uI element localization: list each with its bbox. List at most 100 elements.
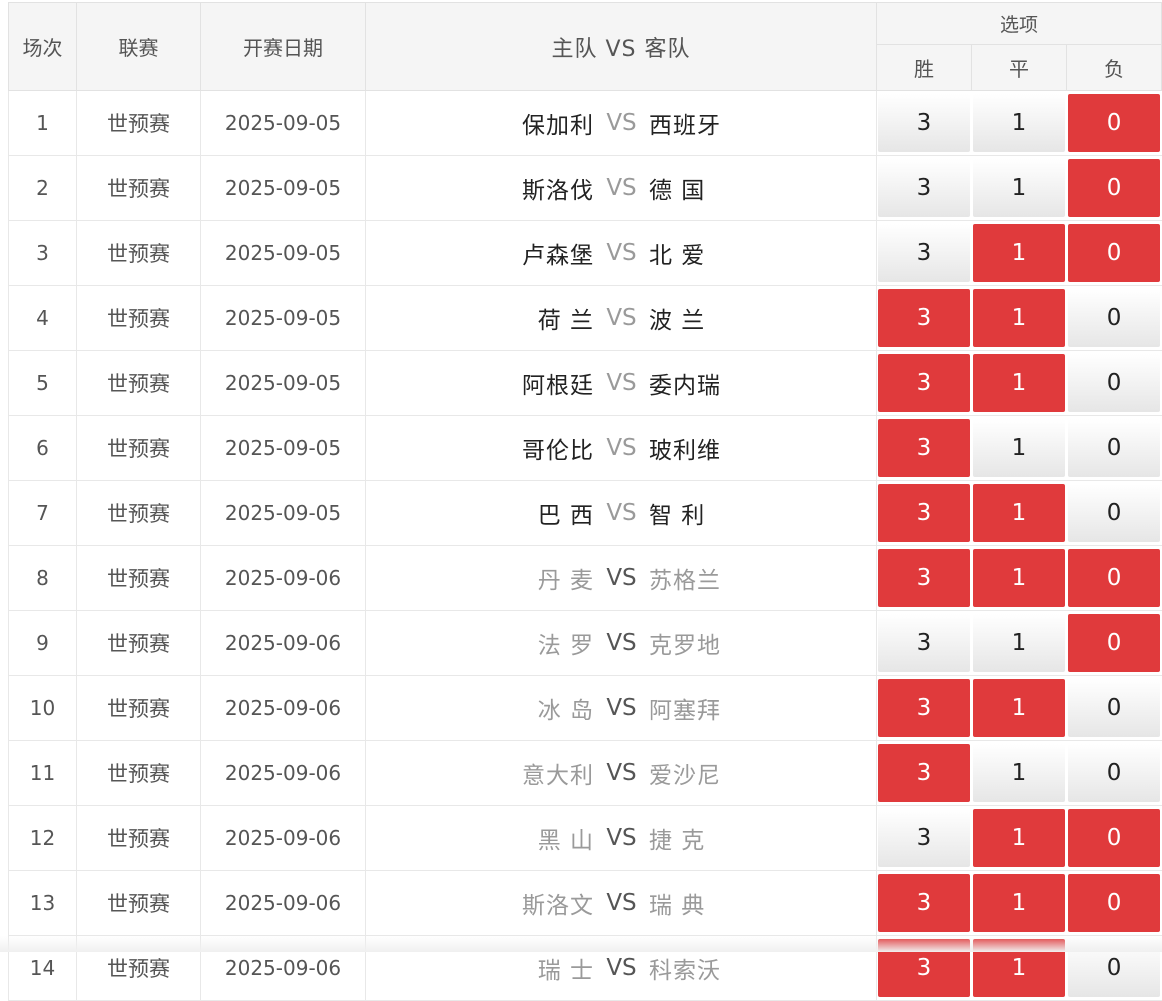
option-lose-button[interactable]: 0	[1068, 679, 1161, 737]
option-draw-button[interactable]: 1	[973, 94, 1065, 152]
match-date: 2025-09-05	[200, 285, 366, 351]
table-row: 3 世预赛 2025-09-05 卢森堡 VS 北 爱310	[8, 220, 1162, 286]
option-win-button[interactable]: 3	[878, 679, 970, 737]
option-draw-button[interactable]: 1	[973, 809, 1065, 867]
home-team: 巴 西	[537, 503, 594, 529]
league-name: 世预赛	[76, 545, 201, 611]
row-number: 10	[8, 675, 77, 741]
row-number: 13	[8, 870, 77, 936]
home-team: 意大利	[522, 763, 594, 789]
match-teams: 哥伦比 VS 玻利维	[365, 415, 877, 481]
vs-label: VS	[606, 630, 637, 656]
league-name: 世预赛	[76, 285, 201, 351]
table-body: 1 世预赛 2025-09-05 保加利 VS 西班牙 3 1 0 2 世预赛 2025-09-05 斯…	[8, 90, 1162, 1001]
home-team: 卢森堡	[522, 243, 594, 269]
home-team: 斯洛伐	[522, 178, 594, 204]
option-lose-button[interactable]: 0	[1068, 159, 1161, 217]
option-lose-button[interactable]: 0	[1068, 94, 1161, 152]
option-draw-button[interactable]: 1	[973, 159, 1065, 217]
match-teams: 斯洛文 VS 瑞 典	[365, 870, 877, 936]
option-draw-button[interactable]: 1	[973, 484, 1065, 542]
vs-label: VS	[606, 760, 637, 786]
match-date: 2025-09-06	[200, 740, 366, 806]
league-name: 世预赛	[76, 675, 201, 741]
match-date: 2025-09-06	[200, 545, 366, 611]
home-team: 哥伦比	[522, 438, 594, 464]
option-win-button[interactable]: 3	[878, 874, 970, 932]
option-lose-button[interactable]: 0	[1068, 744, 1161, 802]
option-lose-button[interactable]: 0	[1068, 419, 1161, 477]
away-team: 苏格兰	[649, 568, 721, 594]
option-win-button[interactable]: 3	[878, 809, 970, 867]
option-draw-button[interactable]: 1	[973, 549, 1065, 607]
option-win-button[interactable]: 3	[878, 354, 970, 412]
option-win-button[interactable]: 3	[878, 484, 970, 542]
away-team: 阿塞拜	[649, 698, 721, 724]
option-win-button[interactable]: 3	[878, 614, 970, 672]
row-number: 7	[8, 480, 77, 546]
table-row: 10 世预赛 2025-09-06 冰 岛 VS 阿塞拜 3 1 0	[8, 675, 1162, 741]
header-no: 场次	[8, 2, 77, 91]
option-win-button[interactable]: 3	[878, 94, 970, 152]
option-lose-button[interactable]: 0	[1068, 549, 1161, 607]
header-date: 开赛日期	[200, 2, 366, 91]
option-lose-button[interactable]: 0	[1068, 484, 1161, 542]
option-win-button[interactable]: 3	[878, 549, 970, 607]
match-teams: 斯洛伐 VS 德 国	[365, 155, 877, 221]
option-draw-button[interactable]: 1	[973, 874, 1065, 932]
match-teams: 巴 西 VS 智 利	[365, 480, 877, 546]
table-row: 4 世预赛 2025-09-05 荷 兰 VS 波 兰 310	[8, 285, 1162, 351]
option-win-button[interactable]: 3	[878, 419, 970, 477]
option-draw-button[interactable]: 1	[973, 289, 1065, 347]
option-draw-button[interactable]: 1	[973, 354, 1065, 412]
header-draw: 平	[971, 44, 1067, 91]
table-row: 8 世预赛 2025-09-06 丹 麦 VS 苏格兰 3 1 0	[8, 545, 1162, 611]
vs-label: VS	[606, 305, 637, 331]
away-team: 德 国	[649, 178, 706, 204]
vs-label: VS	[606, 175, 637, 201]
option-lose-button[interactable]: 0	[1068, 289, 1161, 347]
match-date: 2025-09-06	[200, 870, 366, 936]
header-options: 选项	[875, 2, 1162, 45]
away-team: 捷 克	[649, 828, 706, 854]
header-lose: 负	[1065, 44, 1162, 91]
league-name: 世预赛	[76, 610, 201, 676]
vs-label: VS	[606, 955, 637, 981]
match-teams: 保加利 VS 西班牙	[365, 90, 877, 156]
match-table: 场次 联赛 开赛日期 主队 VS 客队 选项 胜 平 负 1 世预赛 2025-09…	[8, 2, 1162, 1001]
option-win-button[interactable]: 3	[878, 744, 970, 802]
option-draw-button[interactable]: 1	[973, 679, 1065, 737]
league-name: 世预赛	[76, 805, 201, 871]
option-lose-button[interactable]: 0	[1068, 354, 1161, 412]
row-number: 12	[8, 805, 77, 871]
table-header: 场次 联赛 开赛日期 主队 VS 客队 选项 胜 平 负	[8, 2, 1162, 91]
option-win-button[interactable]: 3	[878, 289, 970, 347]
option-draw-button[interactable]: 1	[973, 419, 1065, 477]
option-win-button[interactable]: 3	[878, 224, 970, 282]
match-date: 2025-09-06	[200, 610, 366, 676]
option-lose-button[interactable]: 0	[1068, 874, 1161, 932]
away-team: 玻利维	[649, 438, 721, 464]
away-team: 西班牙	[649, 113, 721, 139]
row-number: 4	[8, 285, 77, 351]
match-teams: 阿根廷 VS 委内瑞	[365, 350, 877, 416]
away-team: 北 爱	[649, 243, 706, 269]
league-name: 世预赛	[76, 90, 201, 156]
match-teams: 荷 兰 VS 波 兰	[365, 285, 877, 351]
option-draw-button[interactable]: 1	[973, 744, 1065, 802]
option-draw-button[interactable]: 1	[973, 614, 1065, 672]
league-name: 世预赛	[76, 220, 201, 286]
league-name: 世预赛	[76, 480, 201, 546]
away-team: 波 兰	[649, 308, 706, 334]
away-team: 委内瑞	[649, 373, 721, 399]
vs-label: VS	[606, 565, 637, 591]
option-win-button[interactable]: 3	[878, 159, 970, 217]
option-draw-button[interactable]: 1	[973, 224, 1065, 282]
vs-label: VS	[606, 825, 637, 851]
option-lose-button[interactable]: 0	[1068, 614, 1161, 672]
table-row: 5 世预赛 2025-09-05 阿根廷 VS 委内瑞 3 1 0	[8, 350, 1162, 416]
match-teams: 意大利 VS 爱沙尼	[365, 740, 877, 806]
option-lose-button[interactable]: 0	[1068, 809, 1161, 867]
table-row: 11 世预赛 2025-09-06 意大利 VS 爱沙尼 3 1 0	[8, 740, 1162, 806]
option-lose-button[interactable]: 0	[1068, 224, 1161, 282]
